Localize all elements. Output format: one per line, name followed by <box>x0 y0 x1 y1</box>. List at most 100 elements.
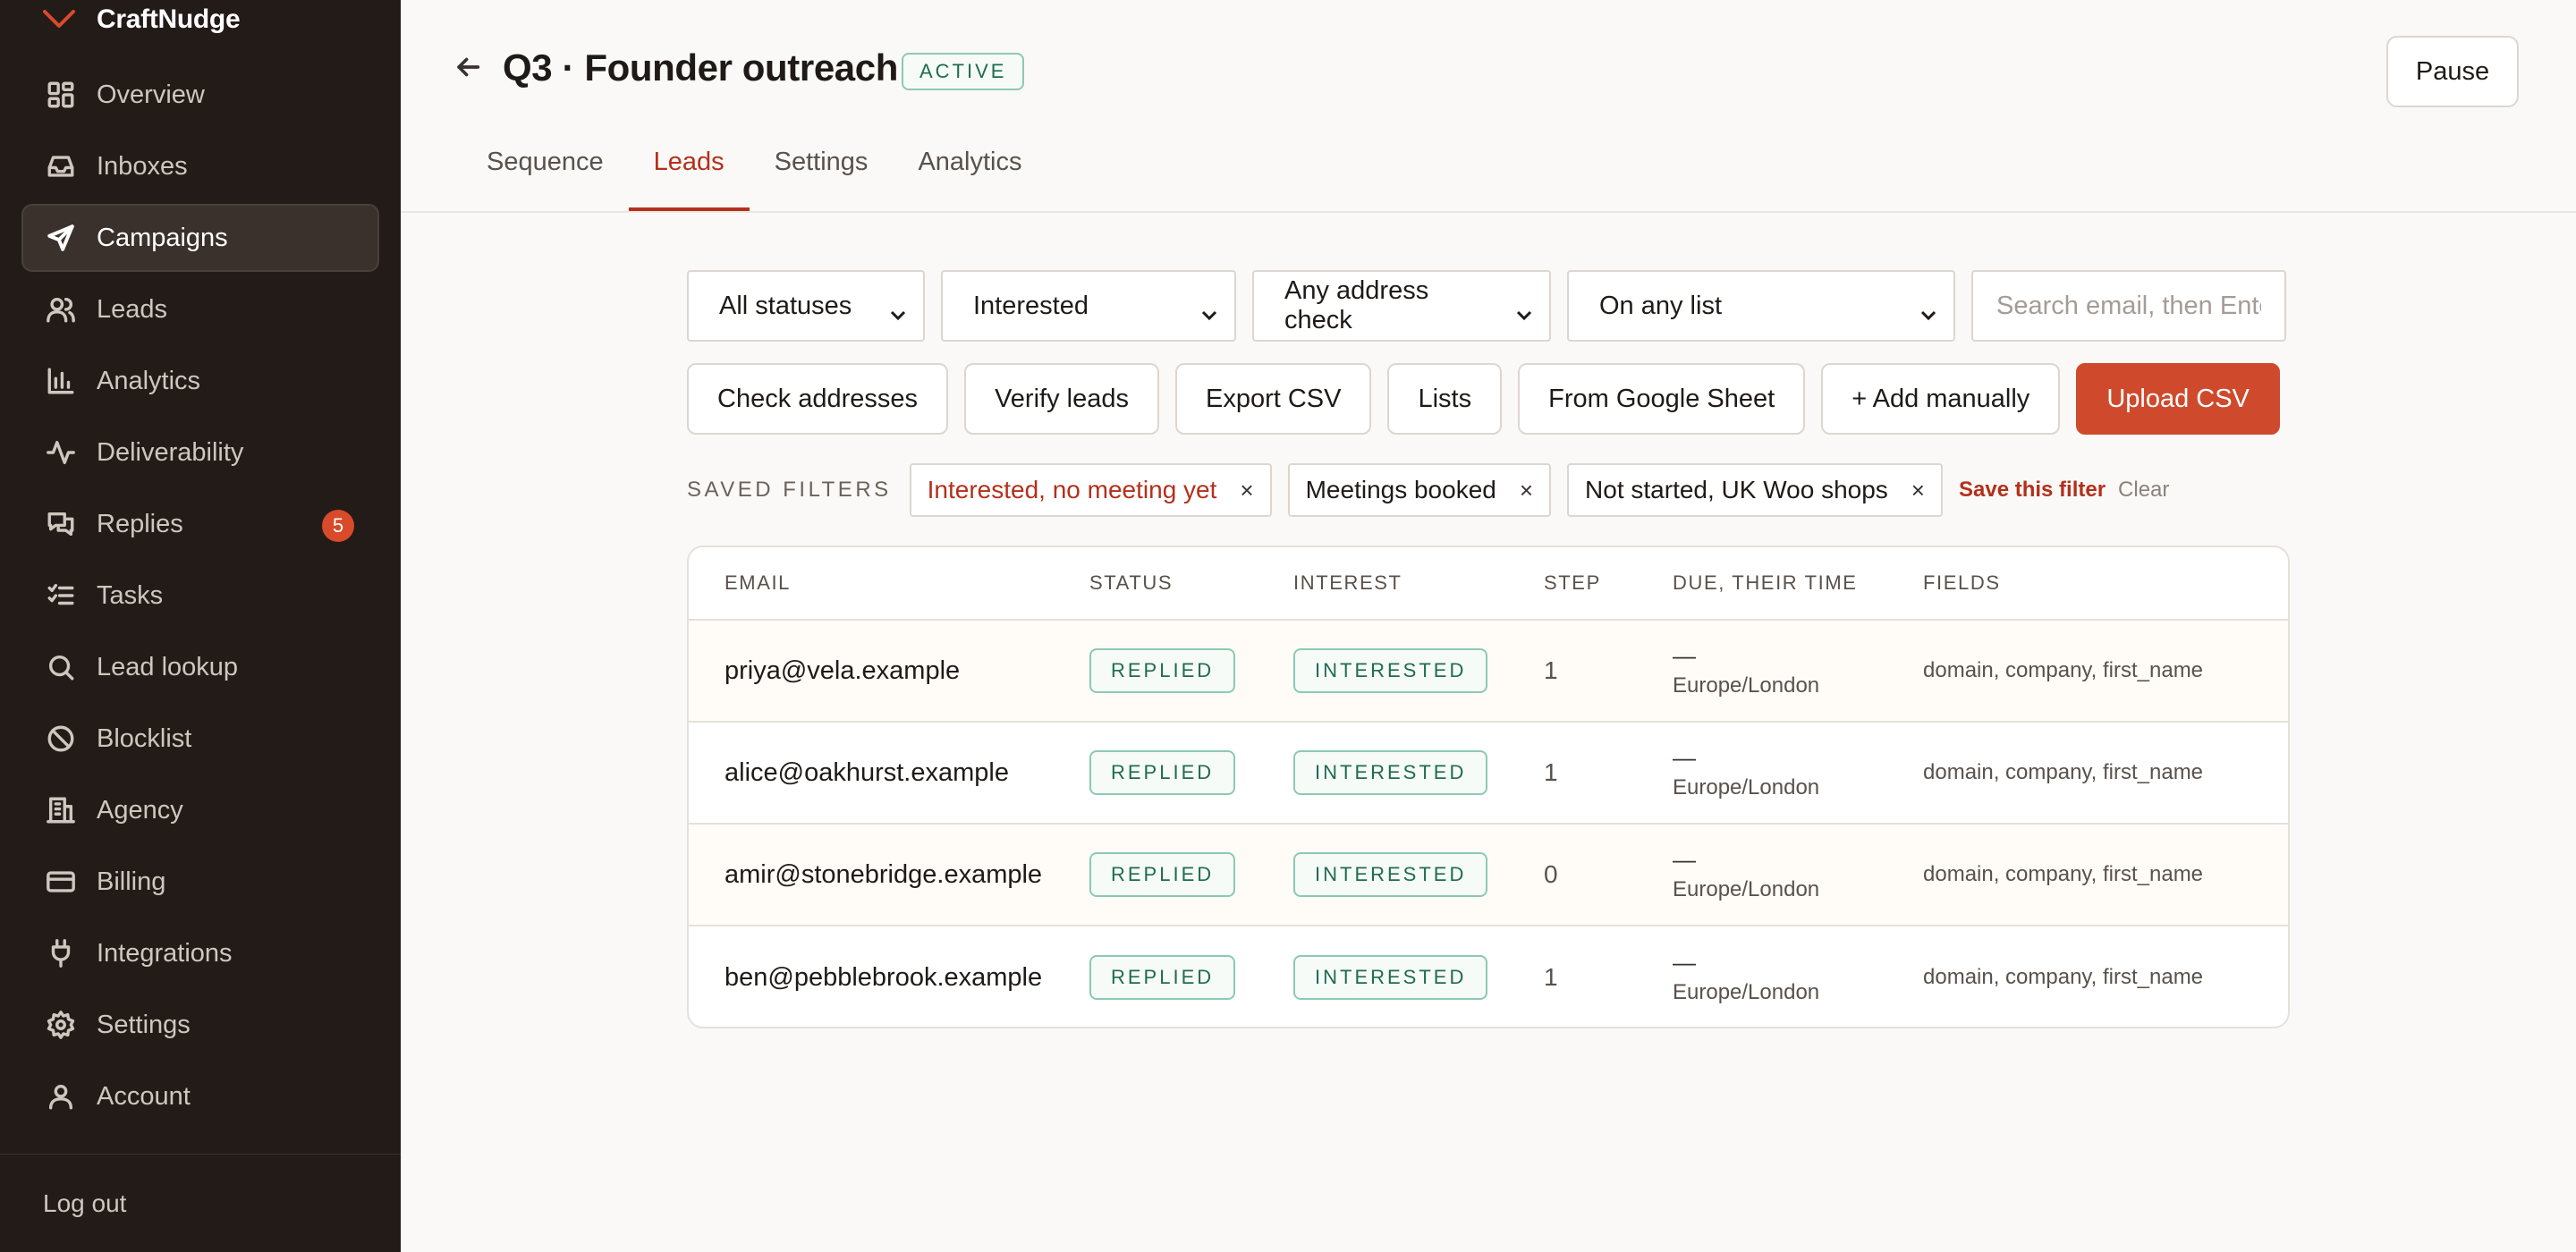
table-row[interactable]: priya@vela.example REPLIED INTERESTED 1 … <box>689 621 2288 723</box>
building-icon <box>45 794 77 826</box>
close-icon[interactable]: × <box>1520 477 1533 504</box>
lead-due: — Europe/London <box>1673 742 1923 803</box>
sidebar-nav: Overview Inboxes Campaigns Leads Analyti… <box>21 61 379 1134</box>
close-icon[interactable]: × <box>1911 477 1925 504</box>
email-search-input[interactable] <box>1971 270 2286 342</box>
chat-icon <box>45 508 77 540</box>
sidebar-item-blocklist[interactable]: Blocklist <box>21 705 379 773</box>
sidebar-item-account[interactable]: Account <box>21 1062 379 1130</box>
column-header-step[interactable]: STEP <box>1544 571 1673 595</box>
sidebar-item-inboxes[interactable]: Inboxes <box>21 132 379 200</box>
user-icon <box>45 1080 77 1112</box>
sidebar-item-overview[interactable]: Overview <box>21 61 379 129</box>
lead-step: 1 <box>1544 656 1558 684</box>
sidebar-item-label: Account <box>97 1081 191 1111</box>
saved-filters-label: SAVED FILTERS <box>687 478 892 502</box>
column-header-email[interactable]: EMAIL <box>689 571 1089 595</box>
sidebar-item-integrations[interactable]: Integrations <box>21 919 379 987</box>
column-header-interest[interactable]: INTEREST <box>1293 571 1544 595</box>
tab-sequence[interactable]: Sequence <box>462 127 629 197</box>
sidebar-item-label: Lead lookup <box>97 652 239 681</box>
status-filter-value: All statuses <box>719 291 852 320</box>
lists-button[interactable]: Lists <box>1387 363 1503 435</box>
column-header-due[interactable]: DUE, THEIR TIME <box>1673 571 1923 595</box>
sidebar-item-analytics[interactable]: Analytics <box>21 347 379 415</box>
export-csv-button[interactable]: Export CSV <box>1174 363 1372 435</box>
tab-settings[interactable]: Settings <box>750 127 894 197</box>
saved-filter-label: Interested, no meeting yet <box>927 476 1217 503</box>
sidebar-item-label: Leads <box>97 294 168 324</box>
due-value: — <box>1673 642 1696 669</box>
column-header-fields[interactable]: FIELDS <box>1923 571 2288 595</box>
table-row[interactable]: ben@pebblebrook.example REPLIED INTEREST… <box>689 926 2288 1027</box>
saved-filter-label: Meetings booked <box>1305 476 1496 503</box>
address-check-filter-select[interactable]: Any address check <box>1252 270 1551 342</box>
sidebar-item-deliverability[interactable]: Deliverability <box>21 419 379 486</box>
sidebar-item-leads[interactable]: Leads <box>21 275 379 343</box>
status-badge: REPLIED <box>1089 750 1236 795</box>
lead-due: — Europe/London <box>1673 640 1923 701</box>
sidebar-item-label: Deliverability <box>97 437 244 467</box>
chevron-down-icon <box>1515 300 1533 321</box>
column-header-status[interactable]: STATUS <box>1089 571 1293 595</box>
from-google-sheet-button[interactable]: From Google Sheet <box>1518 363 1806 435</box>
lead-fields: domain, company, first_name <box>1923 862 2204 886</box>
upload-csv-button[interactable]: Upload CSV <box>2076 363 2280 435</box>
sidebar-divider <box>0 1154 401 1155</box>
interest-filter-select[interactable]: Interested <box>941 270 1236 342</box>
lead-email[interactable]: ben@pebblebrook.example <box>689 963 1089 993</box>
sidebar-item-tasks[interactable]: Tasks <box>21 562 379 630</box>
due-value: — <box>1673 744 1696 771</box>
lead-email[interactable]: alice@oakhurst.example <box>689 758 1089 788</box>
search-icon <box>45 651 77 683</box>
status-badge: REPLIED <box>1089 648 1236 693</box>
campaign-header: Q3 · Founder outreach ACTIVE Pause Seque… <box>401 0 2576 213</box>
interest-badge: INTERESTED <box>1293 955 1488 1000</box>
saved-filter-chip[interactable]: Interested, no meeting yet × <box>909 463 1272 517</box>
verify-leads-button[interactable]: Verify leads <box>964 363 1159 435</box>
sidebar-item-lead-lookup[interactable]: Lead lookup <box>21 633 379 701</box>
add-manually-button[interactable]: + Add manually <box>1821 363 2061 435</box>
check-addresses-button[interactable]: Check addresses <box>687 363 949 435</box>
saved-filters: SAVED FILTERS Interested, no meeting yet… <box>687 463 2169 517</box>
grid-icon <box>45 79 77 111</box>
users-icon <box>45 293 77 326</box>
gear-icon <box>45 1009 77 1041</box>
pulse-icon <box>45 436 77 469</box>
credit-card-icon <box>45 866 77 898</box>
lead-due: — Europe/London <box>1673 844 1923 905</box>
saved-filter-label: Not started, UK Woo shops <box>1585 476 1888 503</box>
save-filter-link[interactable]: Save this filter <box>1959 478 2106 503</box>
saved-filter-chip[interactable]: Not started, UK Woo shops × <box>1567 463 1943 517</box>
sidebar-item-agency[interactable]: Agency <box>21 776 379 844</box>
saved-filter-chip[interactable]: Meetings booked × <box>1287 463 1552 517</box>
page-title: Q3 · Founder outreach <box>503 47 898 89</box>
sidebar-item-campaigns[interactable]: Campaigns <box>21 204 379 272</box>
pause-button[interactable]: Pause <box>2386 36 2519 107</box>
table-row[interactable]: alice@oakhurst.example REPLIED INTERESTE… <box>689 723 2288 825</box>
tab-leads[interactable]: Leads <box>628 127 750 211</box>
status-filter-select[interactable]: All statuses <box>687 270 925 342</box>
list-filter-select[interactable]: On any list <box>1567 270 1955 342</box>
sidebar-item-replies[interactable]: Replies 5 <box>21 490 379 558</box>
address-check-filter-value: Any address check <box>1284 276 1429 334</box>
sidebar-item-billing[interactable]: Billing <box>21 848 379 916</box>
chevron-down-icon <box>1200 300 1218 321</box>
lead-fields: domain, company, first_name <box>1923 658 2204 682</box>
table-row[interactable]: amir@stonebridge.example REPLIED INTERES… <box>689 825 2288 926</box>
lead-fields: domain, company, first_name <box>1923 760 2204 784</box>
lead-email[interactable]: amir@stonebridge.example <box>689 860 1089 890</box>
ban-icon <box>45 723 77 755</box>
logout-link[interactable]: Log out <box>43 1189 126 1218</box>
back-arrow-icon[interactable] <box>453 52 483 82</box>
interest-badge: INTERESTED <box>1293 852 1488 897</box>
tab-analytics[interactable]: Analytics <box>893 127 1046 197</box>
close-icon[interactable]: × <box>1240 477 1253 504</box>
clear-filters-link[interactable]: Clear <box>2118 478 2169 503</box>
lead-email[interactable]: priya@vela.example <box>689 656 1089 686</box>
sidebar-item-settings[interactable]: Settings <box>21 991 379 1059</box>
send-icon <box>45 222 77 254</box>
sidebar-item-label: Replies <box>97 509 183 538</box>
brand[interactable]: CraftNudge <box>41 0 241 39</box>
interest-badge: INTERESTED <box>1293 648 1488 693</box>
